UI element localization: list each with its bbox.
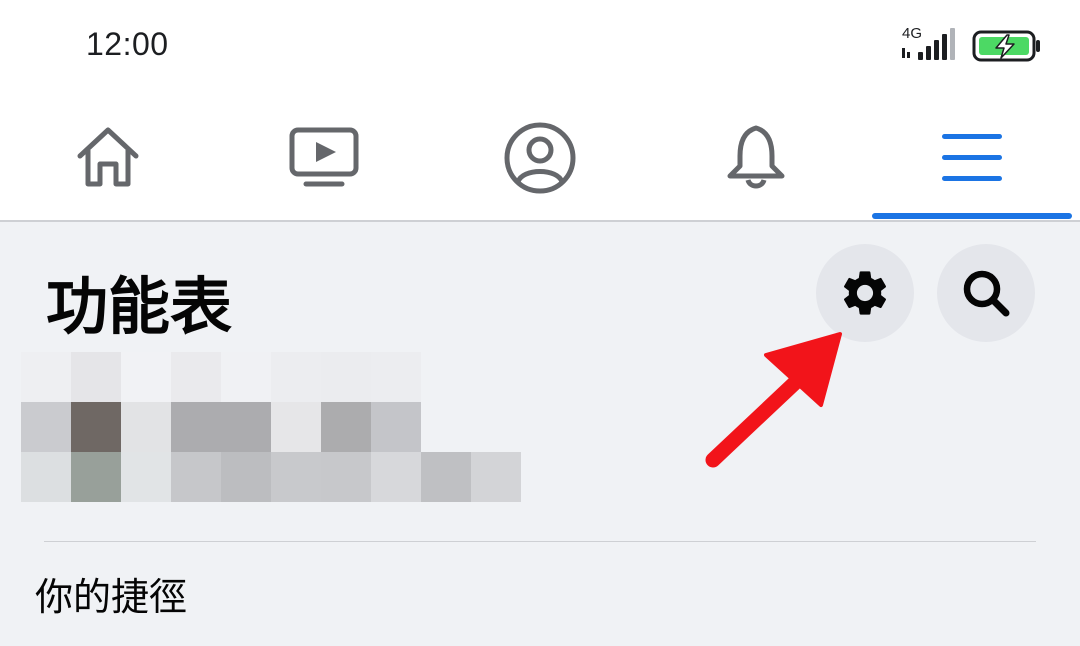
top-nav-bar <box>0 95 1080 222</box>
status-bar: 12:00 4G <box>0 0 1080 95</box>
search-icon <box>963 270 1010 317</box>
tab-home[interactable] <box>0 95 216 220</box>
settings-button[interactable] <box>816 244 914 342</box>
tab-menu[interactable] <box>864 95 1080 220</box>
video-play-icon <box>289 127 359 186</box>
bell-icon <box>727 125 785 188</box>
network-type-label: 4G <box>902 25 922 42</box>
hamburger-menu-icon <box>942 133 1002 181</box>
section-title-shortcuts: 你的捷徑 <box>35 575 188 619</box>
gear-icon <box>843 271 887 315</box>
tab-profile[interactable] <box>432 95 648 220</box>
active-tab-indicator <box>872 213 1072 219</box>
battery-charging-icon <box>972 30 1040 62</box>
section-divider <box>44 541 1036 542</box>
page-title: 功能表 <box>46 270 233 343</box>
home-icon <box>77 127 139 186</box>
tab-watch[interactable] <box>216 95 432 220</box>
tab-notifications[interactable] <box>648 95 864 220</box>
status-time: 12:00 <box>86 26 169 62</box>
cellular-signal-icon: 4G <box>902 25 955 60</box>
profile-pixelated-area[interactable] <box>21 352 521 502</box>
search-button[interactable] <box>937 244 1035 342</box>
profile-icon <box>504 122 576 193</box>
